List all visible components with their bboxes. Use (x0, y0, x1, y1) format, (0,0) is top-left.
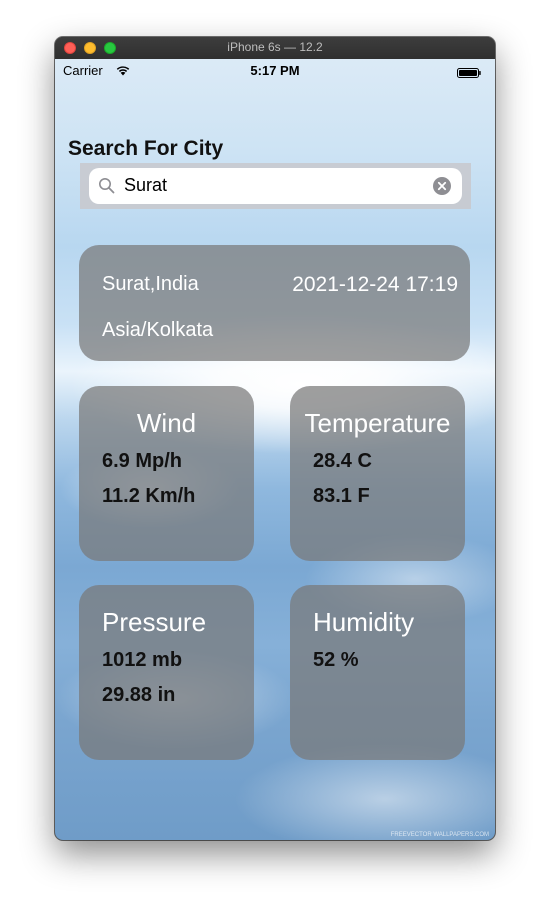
window-title: iPhone 6s — 12.2 (227, 40, 323, 54)
app-screen: Carrier 5:17 PM Search For City Surat Su… (55, 59, 495, 840)
pressure-in: 29.88 in (102, 684, 176, 706)
temperature-title: Temperature (304, 408, 451, 438)
wind-mph: 6.9 Mp/h (102, 450, 183, 472)
wind-title: Wind (136, 408, 197, 438)
humidity-card: Humidity 52 % (290, 585, 465, 760)
search-input[interactable]: Surat (89, 168, 462, 204)
pressure-card: Pressure 1012 mb 29.88 in (79, 585, 254, 760)
search-bar: Surat (80, 163, 471, 209)
page-title: Search For City (68, 137, 224, 160)
search-icon (99, 178, 115, 194)
pressure-mb: 1012 mb (102, 649, 183, 671)
humidity-title: Humidity (313, 607, 415, 637)
status-time: 5:17 PM (250, 63, 300, 78)
background-watermark: FREEVECTOR WALLPAPERS.COM (390, 832, 489, 838)
clear-icon[interactable] (433, 177, 451, 195)
location-card: Surat,India 2021-12-24 17:19 Asia/Kolkat… (79, 245, 470, 361)
humidity-percent: 52 % (313, 649, 359, 671)
location-city: Surat,India (102, 273, 199, 295)
temperature-celsius: 28.4 C (313, 450, 372, 472)
window-titlebar: iPhone 6s — 12.2 (55, 37, 495, 60)
wind-card: Wind 6.9 Mp/h 11.2 Km/h (79, 386, 254, 561)
location-timezone: Asia/Kolkata (102, 319, 214, 341)
simulator-window: iPhone 6s — 12.2 Carrier 5:17 PM Search … (55, 37, 495, 840)
wind-kmh: 11.2 Km/h (102, 485, 196, 507)
pressure-title: Pressure (102, 607, 207, 637)
temperature-card: Temperature 28.4 C 83.1 F (290, 386, 465, 561)
battery-icon (457, 68, 481, 78)
search-input-value: Surat (124, 175, 168, 195)
temperature-fahrenheit: 83.1 F (313, 485, 370, 507)
location-datetime: 2021-12-24 17:19 (292, 273, 458, 296)
